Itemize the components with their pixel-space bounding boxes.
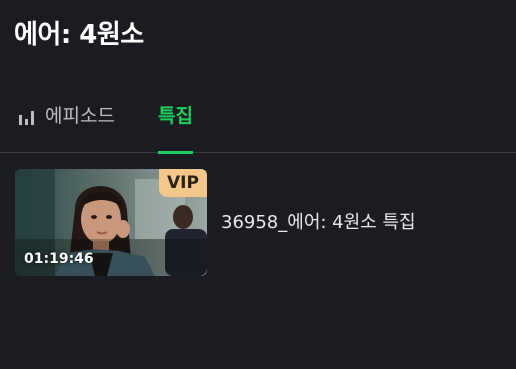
page: 에어: 4원소 에피소드 특집 VIP 01:19:46 36958_에어: 4… [0,0,516,369]
vip-badge: VIP [159,169,207,197]
active-tab-indicator [158,151,193,154]
bar-chart-icon [19,111,34,125]
video-thumbnail[interactable]: VIP 01:19:46 [15,169,207,276]
page-title: 에어: 4원소 [14,20,144,50]
video-title[interactable]: 36958_에어: 4원소 특집 [221,211,416,235]
tab-special-label: 특집 [158,105,193,127]
tab-bar: 에피소드 특집 [0,95,516,154]
tab-special[interactable]: 특집 [158,95,193,154]
video-duration: 01:19:46 [24,251,94,267]
tab-episodes[interactable]: 에피소드 [18,95,115,153]
video-card[interactable]: VIP 01:19:46 36958_에어: 4원소 특집 [15,169,505,277]
tab-episodes-label: 에피소드 [45,105,115,127]
